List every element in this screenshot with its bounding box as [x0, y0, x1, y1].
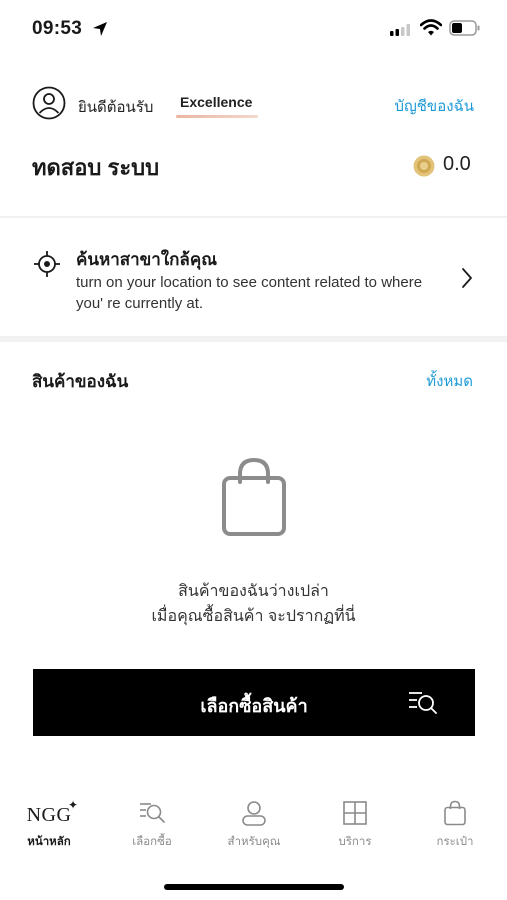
tier-underline — [176, 115, 258, 118]
grid-icon — [343, 801, 367, 825]
nav-bag[interactable]: กระเป๋า — [410, 790, 500, 856]
location-arrow-icon — [93, 22, 107, 36]
find-branch-description: turn on your location to see content rel… — [76, 274, 423, 312]
nav-bag-label: กระเป๋า — [436, 836, 474, 848]
bag-icon — [444, 800, 466, 826]
nav-shop-label: เลือกซื้อ — [132, 836, 172, 848]
view-all-link[interactable]: ทั้งหมด — [426, 369, 473, 393]
find-branch-title: ค้นหาสาขาใกล้คุณ — [76, 250, 217, 269]
search-list-icon — [140, 803, 165, 823]
section-divider — [0, 336, 507, 342]
search-list-icon — [409, 692, 437, 714]
empty-message: สินค้าของฉันว่างเปล่า — [178, 583, 329, 600]
nav-home-label: หน้าหลัก — [27, 836, 71, 848]
nav-for-you-label: สำหรับคุณ — [227, 836, 281, 848]
coin-icon — [413, 155, 435, 177]
nav-services[interactable]: บริการ — [310, 790, 400, 856]
welcome-text: ยินดีต้อนรับ — [78, 99, 154, 116]
header: ยินดีต้อนรับ Excellence บัญชีของฉัน — [0, 82, 507, 132]
user-avatar-icon[interactable] — [32, 86, 66, 120]
nav-home[interactable]: NGG ✦ หน้าหลัก — [4, 790, 94, 856]
points-balance: 0.0 — [443, 153, 471, 175]
tier-label: Excellence — [180, 94, 253, 110]
empty-bag-icon — [222, 457, 286, 536]
bottom-nav: NGG ✦ หน้าหลัก เลือกซื้อ สำหรับคุณ บริกา… — [0, 790, 507, 860]
status-time: 09:53 — [32, 18, 83, 39]
empty-hint: เมื่อคุณซื้อสินค้า จะปรากฏที่นี่ — [151, 608, 356, 625]
find-nearby-branch[interactable]: ค้นหาสาขาใกล้คุณ turn on your location t… — [0, 218, 507, 336]
person-icon — [242, 801, 266, 826]
my-account-link[interactable]: บัญชีของฉัน — [394, 94, 474, 118]
shop-now-button[interactable]: เลือกซื้อสินค้า — [33, 669, 475, 736]
location-target-icon — [34, 251, 60, 277]
user-name: ทดสอบ ระบบ — [32, 155, 160, 180]
signal-icon — [390, 24, 410, 36]
status-bar: 09:53 — [0, 0, 507, 56]
tier-badge[interactable]: Excellence — [176, 82, 258, 118]
nav-for-you[interactable]: สำหรับคุณ — [209, 790, 299, 856]
chevron-right-icon — [462, 268, 472, 288]
my-products-title: สินค้าของฉัน — [32, 372, 129, 391]
wifi-icon — [420, 19, 442, 36]
nav-shop[interactable]: เลือกซื้อ — [107, 790, 197, 856]
home-indicator — [164, 884, 344, 890]
sparkle-icon: ✦ — [68, 798, 79, 812]
battery-icon — [449, 20, 480, 36]
nav-services-label: บริการ — [338, 836, 372, 848]
